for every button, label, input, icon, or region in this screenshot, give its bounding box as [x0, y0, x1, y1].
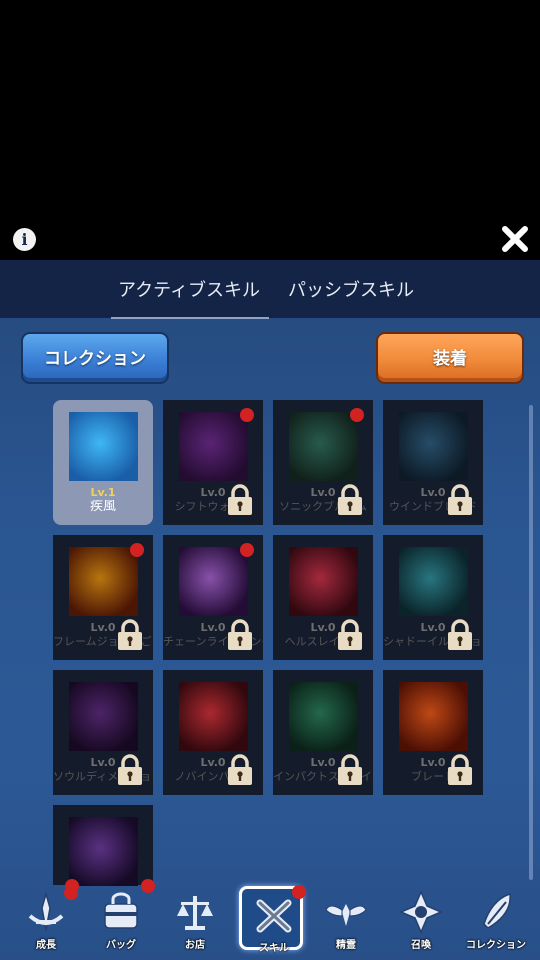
close-icon[interactable] [500, 224, 530, 254]
skill-icon [69, 682, 138, 751]
nav-label: 成長 [36, 940, 56, 951]
nav-label: コレクション [466, 940, 526, 951]
bottom-nav: 成長 バッグ お店 スキル 精霊 召喚 コレクション [0, 880, 540, 960]
skill-icon [399, 682, 468, 751]
lock-icon [226, 754, 254, 786]
skill-card[interactable]: Lv.0 フレームジョウのごと [53, 535, 153, 660]
notification-dot [350, 408, 364, 422]
skill-card[interactable] [53, 805, 155, 893]
skill-icon [289, 547, 358, 616]
lock-icon [336, 484, 364, 516]
skill-card[interactable]: Lv.0 ソニックブルーム [273, 400, 373, 525]
nav-label: 精霊 [336, 940, 356, 951]
sword-icon [28, 891, 64, 931]
skill-icon [179, 547, 248, 616]
tab-passive-skills[interactable]: パッシブスキル [288, 276, 414, 302]
notification-dot [240, 408, 254, 422]
skill-card[interactable]: Lv.0 シフトウォーク [163, 400, 263, 525]
scrollbar[interactable] [529, 405, 533, 880]
nav-item[interactable]: 召喚 [389, 886, 453, 951]
skill-icon [289, 412, 358, 481]
nav-label: スキル [259, 943, 289, 954]
skill-icon [399, 547, 468, 616]
skill-icon [179, 412, 248, 481]
lock-icon [446, 619, 474, 651]
nav-item[interactable]: 精霊 [314, 886, 378, 951]
lock-icon [336, 619, 364, 651]
skill-card[interactable]: Lv.1 疾風 [53, 400, 153, 525]
nav-item[interactable]: コレクション [464, 886, 528, 951]
lock-icon [226, 619, 254, 651]
wings-icon [325, 904, 367, 926]
skill-level: Lv.1 [90, 486, 116, 499]
star-emblem-icon [399, 890, 443, 934]
lock-icon [116, 754, 144, 786]
scale-icon [177, 896, 213, 930]
collection-button[interactable]: コレクション [21, 332, 169, 384]
skill-card[interactable]: Lv.0 インパクトストライク [273, 670, 373, 795]
skill-card[interactable]: Lv.0 ソウルディメンション [53, 670, 153, 795]
nav-label: バッグ [106, 940, 136, 951]
skill-card[interactable]: Lv.0 チェーンライトニング [163, 535, 263, 660]
tab-bar: アクティブスキル パッシブスキル [0, 260, 540, 319]
lock-icon [226, 484, 254, 516]
info-icon[interactable]: i [13, 228, 36, 251]
lock-icon [116, 619, 144, 651]
lock-icon [336, 754, 364, 786]
skill-card[interactable]: Lv.0 ノバインパクト [163, 670, 263, 795]
feather-icon [483, 892, 511, 929]
skill-card[interactable]: Lv.0 シャドーイルージョン [383, 535, 483, 660]
skill-icon [69, 547, 138, 616]
notification-dot [64, 886, 78, 900]
bag-icon [104, 892, 138, 929]
skill-card[interactable]: Lv.0 ブレード [383, 670, 483, 795]
skill-card[interactable]: Lv.0 ヘルスレイヤー [273, 535, 373, 660]
lock-icon [446, 754, 474, 786]
nav-item[interactable]: スキル [239, 885, 306, 954]
nav-item[interactable]: 成長 [14, 886, 78, 951]
skill-card[interactable]: Lv.0 ウインドブレード [383, 400, 483, 525]
skill-panel: アクティブスキル パッシブスキル コレクション 装着 Lv.1 疾風 Lv.0 シフト… [0, 260, 540, 960]
tab-active-skills[interactable]: アクティブスキル [118, 276, 260, 302]
active-tab-indicator [111, 317, 269, 319]
nav-label: お店 [185, 940, 205, 951]
lock-icon [446, 484, 474, 516]
nav-item[interactable]: バッグ [89, 886, 153, 951]
notification-dot [130, 543, 144, 557]
skill-name: 疾風 [89, 500, 116, 513]
skill-cross-icon [256, 899, 292, 933]
equip-button[interactable]: 装着 [376, 332, 524, 384]
skill-icon [69, 412, 138, 481]
nav-label: 召喚 [411, 940, 431, 951]
notification-dot [240, 543, 254, 557]
skill-icon [69, 817, 138, 886]
top-empty-area [0, 0, 540, 260]
nav-item[interactable]: お店 [163, 886, 227, 951]
skill-icon [289, 682, 358, 751]
notification-dot [292, 885, 306, 899]
skill-icon [179, 682, 248, 751]
skill-icon [399, 412, 468, 481]
